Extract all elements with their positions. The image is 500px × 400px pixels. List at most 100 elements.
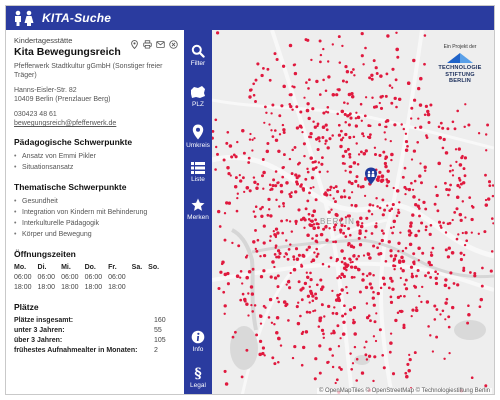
kita-marker[interactable] (343, 312, 347, 316)
kita-marker[interactable] (376, 246, 379, 250)
kita-marker[interactable] (413, 284, 416, 288)
kita-marker[interactable] (248, 138, 252, 141)
kita-marker[interactable] (360, 54, 364, 58)
kita-marker[interactable] (464, 231, 468, 235)
kita-marker[interactable] (339, 129, 343, 133)
kita-marker[interactable] (259, 254, 262, 258)
kita-marker[interactable] (439, 121, 443, 125)
kita-marker[interactable] (363, 114, 367, 118)
kita-marker[interactable] (357, 254, 360, 258)
kita-marker[interactable] (214, 168, 217, 171)
kita-marker[interactable] (445, 297, 449, 301)
kita-marker[interactable] (409, 224, 413, 228)
kita-marker[interactable] (380, 229, 384, 233)
kita-marker[interactable] (276, 249, 281, 253)
kita-marker[interactable] (360, 150, 363, 154)
kita-marker[interactable] (214, 118, 218, 122)
kita-marker[interactable] (440, 226, 443, 229)
kita-marker[interactable] (409, 221, 413, 225)
kita-marker[interactable] (425, 134, 428, 137)
kita-marker[interactable] (490, 250, 494, 253)
kita-marker[interactable] (305, 248, 309, 252)
kita-marker[interactable] (350, 70, 353, 74)
kita-marker[interactable] (470, 204, 474, 208)
kita-marker[interactable] (311, 294, 315, 298)
kita-marker[interactable] (419, 125, 423, 129)
kita-marker[interactable] (271, 135, 275, 138)
kita-marker[interactable] (319, 232, 324, 237)
kita-marker[interactable] (372, 59, 376, 63)
kita-marker[interactable] (247, 292, 250, 295)
kita-marker[interactable] (390, 158, 393, 162)
kita-marker[interactable] (303, 218, 307, 222)
kita-marker[interactable] (460, 156, 464, 160)
kita-marker[interactable] (318, 93, 322, 96)
kita-marker[interactable] (332, 225, 336, 229)
kita-marker[interactable] (281, 175, 285, 179)
kita-marker[interactable] (283, 255, 286, 258)
kita-marker[interactable] (249, 285, 254, 289)
kita-marker[interactable] (344, 235, 348, 238)
kita-marker[interactable] (417, 117, 420, 120)
kita-marker[interactable] (317, 136, 321, 140)
kita-marker[interactable] (235, 209, 239, 213)
kita-marker[interactable] (251, 138, 254, 141)
kita-marker[interactable] (337, 35, 341, 39)
kita-marker[interactable] (326, 106, 330, 109)
kita-marker[interactable] (430, 251, 433, 254)
kita-marker[interactable] (399, 267, 403, 270)
kita-marker[interactable] (328, 227, 331, 230)
kita-marker[interactable] (397, 241, 401, 245)
kita-marker[interactable] (311, 214, 315, 218)
kita-marker[interactable] (311, 161, 315, 164)
kita-marker[interactable] (414, 126, 417, 129)
kita-marker[interactable] (484, 384, 488, 388)
kita-marker[interactable] (456, 183, 460, 188)
kita-marker[interactable] (380, 174, 385, 178)
kita-marker[interactable] (338, 292, 342, 296)
kita-marker[interactable] (244, 255, 248, 259)
kita-marker[interactable] (468, 196, 472, 199)
kita-marker[interactable] (455, 160, 458, 164)
kita-marker[interactable] (341, 154, 345, 158)
kita-marker[interactable] (261, 158, 265, 161)
kita-marker[interactable] (287, 248, 291, 251)
kita-marker[interactable] (314, 357, 318, 361)
kita-marker[interactable] (364, 149, 368, 153)
kita-marker[interactable] (463, 156, 468, 160)
kita-marker[interactable] (359, 216, 363, 220)
kita-marker[interactable] (392, 219, 397, 224)
kita-marker[interactable] (344, 121, 347, 124)
kita-marker[interactable] (447, 315, 451, 319)
kita-marker[interactable] (445, 187, 449, 192)
kita-marker[interactable] (451, 305, 455, 310)
kita-marker[interactable] (310, 176, 315, 180)
kita-marker[interactable] (387, 286, 391, 290)
kita-marker[interactable] (446, 127, 450, 131)
kita-marker[interactable] (337, 133, 342, 137)
kita-marker[interactable] (222, 290, 226, 294)
kita-marker[interactable] (342, 320, 346, 324)
kita-marker[interactable] (352, 318, 355, 322)
kita-marker[interactable] (402, 325, 406, 330)
kita-marker[interactable] (273, 265, 276, 269)
kita-marker[interactable] (254, 205, 258, 208)
kita-marker[interactable] (250, 292, 255, 296)
kita-marker[interactable] (339, 144, 343, 149)
kita-marker[interactable] (327, 60, 330, 63)
kita-marker[interactable] (436, 272, 439, 276)
kita-marker[interactable] (470, 217, 474, 222)
kita-marker[interactable] (328, 347, 332, 351)
kita-marker[interactable] (301, 131, 304, 134)
kita-marker[interactable] (347, 227, 351, 231)
kita-marker[interactable] (280, 219, 284, 223)
kita-marker[interactable] (318, 170, 322, 174)
kita-marker[interactable] (343, 101, 346, 104)
kita-marker[interactable] (268, 208, 271, 211)
kita-marker[interactable] (367, 209, 371, 213)
kita-marker[interactable] (419, 162, 422, 165)
kita-marker[interactable] (457, 233, 460, 236)
kita-marker[interactable] (341, 44, 344, 48)
kita-marker[interactable] (426, 109, 430, 114)
kita-marker[interactable] (304, 207, 308, 211)
